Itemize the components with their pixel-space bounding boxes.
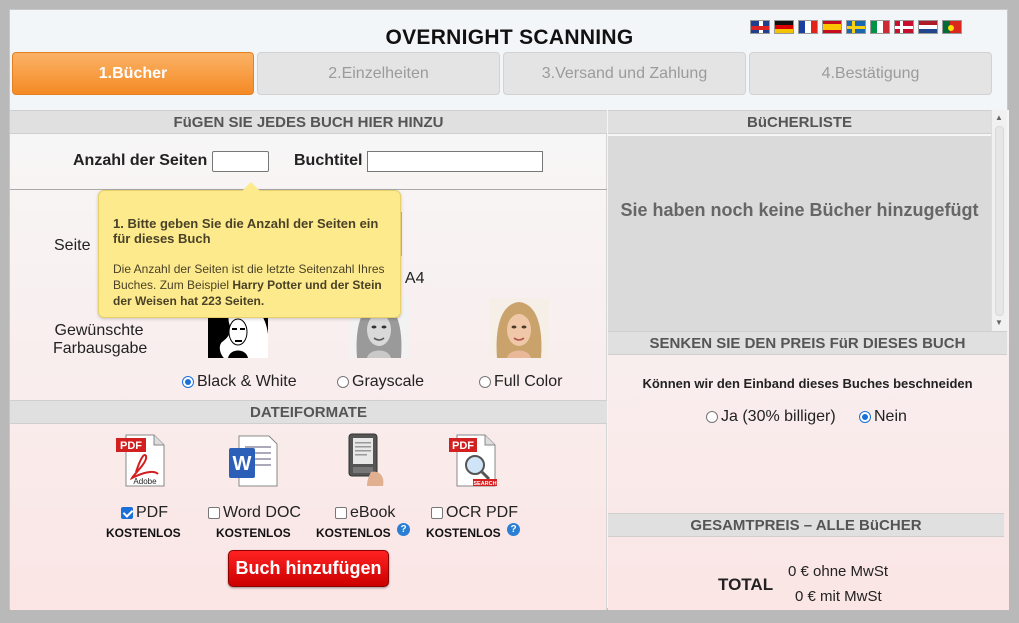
step-tab-details[interactable]: 2.Einzelheiten [257,52,500,95]
word-doc-icon: W [225,432,281,488]
price-label-ebook: KOSTENLOS [316,526,391,540]
price-without-vat: 0 € ohne MwSt [788,563,889,580]
flag-nl-icon[interactable] [918,20,938,34]
book-list-scrollbar[interactable]: ▲ ▼ [991,110,1007,332]
step-tab-confirmation[interactable]: 4.Bestätigung [749,52,992,95]
format-label: PDF [136,504,168,521]
color-option-label: Black & White [197,373,297,390]
price-label-word-doc: KOSTENLOS [216,526,291,540]
trim-binding-question: Können wir den Einband dieses Buches bes… [642,376,973,391]
trim-option-no[interactable]: Nein [859,408,907,426]
checkbox-ebook[interactable] [335,507,347,519]
price-with-vat: 0 € mit MwSt [795,588,882,605]
full-color-sample-image [489,298,549,358]
pages-help-tooltip: 1. Bitte geben Sie die Anzahl der Seiten… [98,182,401,318]
flag-dk-icon[interactable] [894,20,914,34]
step-tab-shipping-payment[interactable]: 3.Versand und Zahlung [503,52,746,95]
radio-trim-yes[interactable] [706,411,718,423]
help-ebook-icon[interactable]: ? [397,523,410,536]
checkbox-ocr-pdf[interactable] [431,507,443,519]
file-formats-header: DATEIFORMATE [10,400,607,424]
page-size-label: Seite [54,237,91,254]
color-option-full-color[interactable]: Full Color [479,373,562,391]
format-option-word-doc[interactable]: Word DOC [208,504,301,522]
search-icon-text: SEARCH [473,481,496,487]
total-price-header: GESAMTPREIS – ALLE BüCHER [608,513,1004,537]
book-list-panel: BüCHERLISTE Sie haben noch keine Bücher … [608,110,1009,610]
radio-grayscale[interactable] [337,376,349,388]
adobe-icon-text: Adobe [133,477,157,486]
trim-option-yes[interactable]: Ja (30% billiger) [706,408,836,426]
color-option-black-white[interactable]: Black & White [182,373,297,391]
trim-option-label: Nein [874,408,907,425]
color-output-label-line2: Farbausgabe [53,340,148,357]
scroll-thumb[interactable] [995,126,1004,316]
help-ocr-pdf-icon[interactable]: ? [507,523,520,536]
book-list-area: Sie haben noch keine Bücher hinzugefügt [608,136,991,332]
checkbox-word-doc[interactable] [208,507,220,519]
flag-fr-icon[interactable] [798,20,818,34]
svg-text:W: W [233,453,252,475]
radio-full-color[interactable] [479,376,491,388]
color-output-label-line1: Gewünschte [54,322,144,339]
tooltip-title: 1. Bitte geben Sie die Anzahl der Seiten… [113,216,379,246]
total-label: TOTAL [718,575,774,594]
color-option-label: Full Color [494,373,563,390]
pdf-search-icon: PDF SEARCH [447,432,503,488]
format-option-ebook[interactable]: eBook [335,504,395,522]
app-frame: OVERNIGHT SCANNING 1.Bücher 2.Einzelheit… [9,9,1009,610]
format-label: OCR PDF [446,504,518,521]
language-flags [750,20,962,34]
format-label: eBook [350,504,396,521]
add-book-header: FüGEN SIE JEDES BUCH HIER HINZU [10,110,607,134]
add-book-panel: FüGEN SIE JEDES BUCH HIER HINZU Anzahl d… [10,110,607,610]
reduce-price-header: SENKEN SIE DEN PREIS FüR DIESES BUCH [608,331,1007,355]
flag-it-icon[interactable] [870,20,890,34]
book-title-input[interactable] [367,151,543,172]
pdf-adobe-icon: PDF Adobe [114,432,170,488]
step-tab-books[interactable]: 1.Bücher [12,52,254,95]
book-list-empty-message: Sie haben noch keine Bücher hinzugefügt [620,200,979,220]
scroll-down-icon[interactable]: ▼ [995,318,1003,327]
flag-se-icon[interactable] [846,20,866,34]
color-option-grayscale[interactable]: Grayscale [337,373,424,391]
radio-black-white[interactable] [182,376,194,388]
checkbox-pdf[interactable] [121,507,133,519]
format-option-pdf[interactable]: PDF [121,504,168,522]
radio-trim-no[interactable] [859,411,871,423]
tooltip-body: Die Anzahl der Seiten ist die letzte Sei… [113,261,388,309]
pdf-icon-text: PDF [452,440,474,452]
book-list-header: BüCHERLISTE [608,110,991,134]
pages-input[interactable] [212,151,269,172]
add-book-button[interactable]: Buch hinzufügen [228,550,389,587]
ebook-reader-icon [337,432,393,488]
color-option-label: Grayscale [352,373,425,390]
flag-pt-icon[interactable] [942,20,962,34]
format-option-ocr-pdf[interactable]: OCR PDF [431,504,518,522]
format-label: Word DOC [223,504,301,521]
pages-label: Anzahl der Seiten [73,152,208,169]
flag-gb-icon[interactable] [750,20,770,34]
pdf-icon-text: PDF [120,440,142,452]
scroll-up-icon[interactable]: ▲ [995,113,1003,122]
flag-de-icon[interactable] [774,20,794,34]
book-title-label: Buchtitel [294,152,363,169]
price-label-pdf: KOSTENLOS [106,526,181,540]
trim-option-label: Ja (30% billiger) [721,408,836,425]
flag-es-icon[interactable] [822,20,842,34]
price-label-ocr-pdf: KOSTENLOS [426,526,501,540]
